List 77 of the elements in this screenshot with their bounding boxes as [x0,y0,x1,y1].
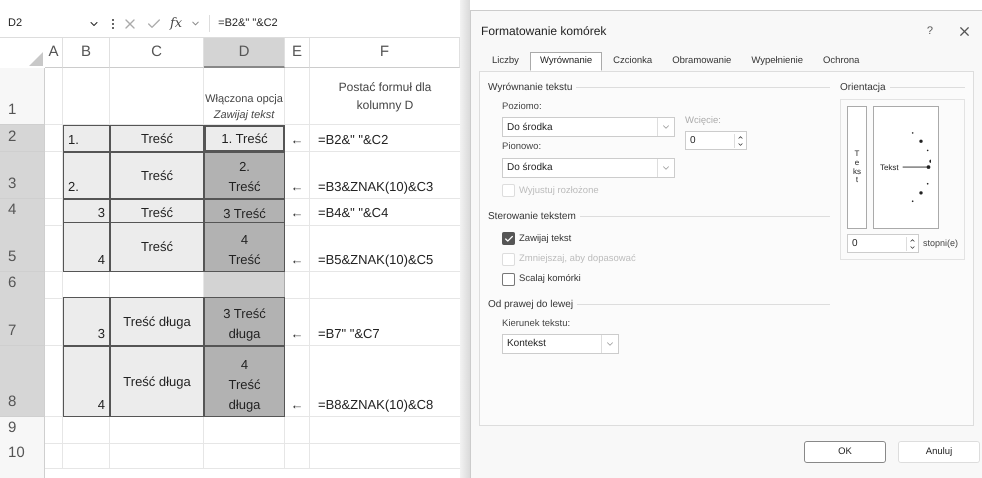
field-label: Pionowo: [502,140,542,154]
column-header[interactable]: A [45,38,63,68]
orientation-dial[interactable]: Tekst [872,106,939,229]
column-header[interactable]: F [310,38,460,68]
column-header[interactable]: D [204,38,285,68]
row-header[interactable]: 9 [0,417,45,444]
row-header[interactable]: 8 [0,346,45,417]
row-header[interactable]: 5 [0,222,45,272]
field-label: Kierunek tekstu: [502,316,572,330]
group-title: Sterowanie tekstem [488,210,576,224]
spinner-field[interactable]: 0 [846,234,919,253]
column-header[interactable]: C [110,38,204,68]
empty-cell [285,442,310,468]
group-title: Od prawej do lewej [488,298,574,312]
checkbox-label: Scalaj komórki [519,272,581,286]
table-cell: 1. Treść [204,125,285,152]
table-cell: Treść długa [110,297,204,346]
vertical-text-button[interactable]: Tekst [846,106,867,229]
table-cell: Treść [110,222,204,272]
group-title: Wyrównanie tekstu [488,81,572,95]
table-cell: Treść [110,125,204,152]
row-header[interactable]: 7 [0,297,45,346]
column-header[interactable]: B [63,38,110,68]
table-cell: Treść [110,152,204,199]
checkbox-label: Zmniejszaj, aby dopasować [519,252,636,266]
spinner-field[interactable]: 0 [685,131,747,150]
tab[interactable]: Czcionka [604,52,662,71]
row-header[interactable]: 2 [0,125,45,152]
field-label: Poziomo: [502,100,543,114]
tab[interactable]: Wypełnienie [742,52,812,71]
dial-label: Tekst [880,162,899,174]
dropdown[interactable]: Do środka [502,158,675,178]
name-box[interactable]: D2 [4,15,104,32]
arrow-cell: ← [285,346,310,417]
checkbox-label: Wyjustuj rozłożone [519,184,599,198]
table-cell: 4 Treść [204,222,285,272]
empty-cell [285,272,310,298]
column-header[interactable]: E [285,38,310,68]
field-label: stopni(e) [922,236,958,250]
checkbox-label: Zawijaj tekst [519,232,572,246]
arrow-cell: ← [285,125,310,152]
arrow-cell: ← [285,222,310,272]
tab[interactable]: Obramowanie [663,52,740,71]
dialog-title: Formatowanie komórek [481,23,606,40]
table-cell: 2. Treść [204,152,285,199]
tab[interactable]: Wyrównanie [530,52,602,71]
table-cell: 3 Treść długa [204,297,285,346]
row-header[interactable]: 3 [0,152,45,199]
arrow-cell: ← [285,152,310,199]
table-cell: 3 [63,297,110,346]
formula-field[interactable]: =B2&" "&C2 [209,15,456,32]
table-cell: 2. [63,152,110,199]
table-cell: Treść długa [110,346,204,417]
table-cell: 4 [63,346,110,417]
table-cell: 4 [63,222,110,272]
tab[interactable]: Liczby [483,52,528,71]
empty-cell [45,442,63,468]
empty-cell [285,417,310,444]
empty-cell [45,417,63,444]
field-label: Wcięcie: [685,114,722,128]
help-button[interactable]: ? [926,22,933,40]
checkbox[interactable] [502,272,515,286]
row-header[interactable] [0,465,45,478]
group-title: Orientacja [840,81,886,95]
arrow-cell: ← [285,199,310,226]
insert-function-button[interactable]: fx [170,14,182,34]
checkbox[interactable] [502,232,515,246]
table-cell: 4 Treść długa [204,346,285,417]
dropdown[interactable]: Do środka [502,117,675,138]
arrow-cell: ← [285,297,310,346]
tab[interactable]: Ochrona [814,52,868,71]
row-header[interactable]: 6 [0,272,45,298]
row-header[interactable]: 1 [0,68,45,125]
table-cell: 1. [63,125,110,152]
dialog-button[interactable]: Anuluj [898,441,980,463]
dialog-button[interactable]: OK [804,441,886,463]
dropdown[interactable]: Kontekst [502,334,619,354]
